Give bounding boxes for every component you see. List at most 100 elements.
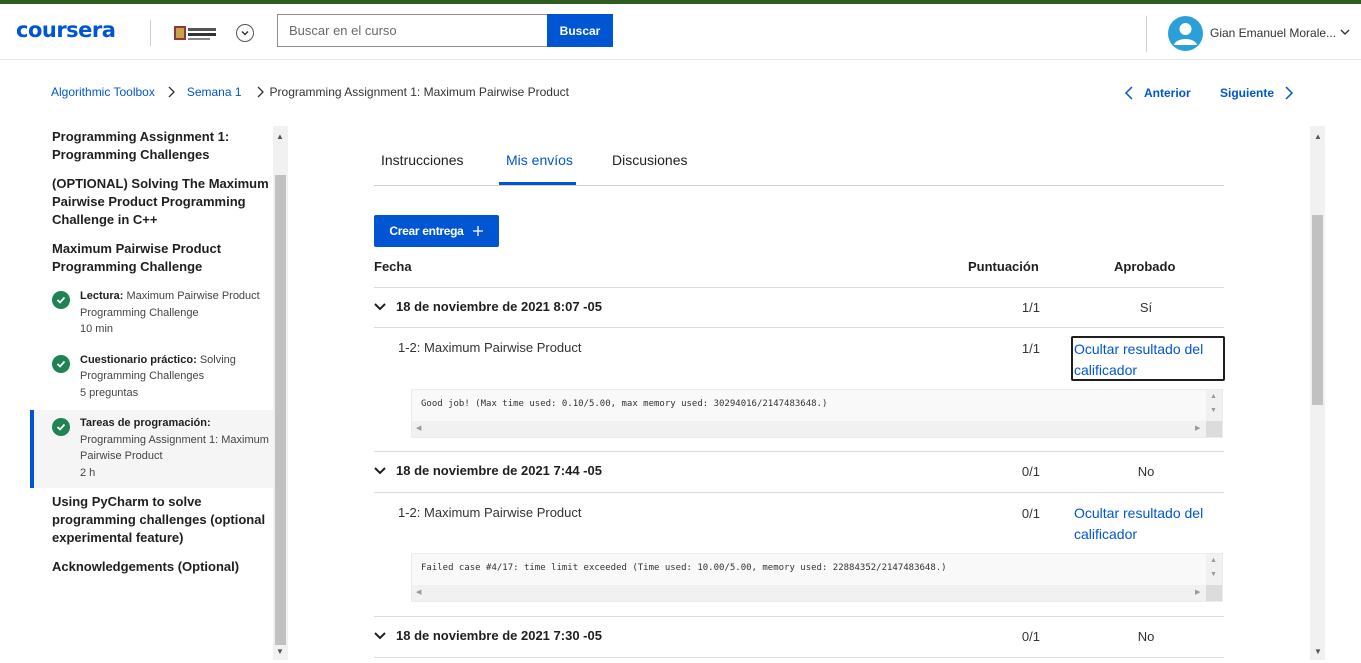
chevron-right-icon — [167, 86, 175, 98]
scroll-left-icon[interactable]: ◀ — [416, 424, 421, 432]
tab-mis-envios[interactable]: Mis envíos — [506, 152, 573, 168]
scroll-right-icon[interactable]: ▶ — [1195, 588, 1200, 596]
avatar[interactable] — [1168, 16, 1203, 51]
scroll-up-icon[interactable]: ▲ — [1314, 132, 1322, 141]
search-button[interactable]: Buscar — [547, 14, 613, 47]
chevron-down-icon — [374, 466, 386, 474]
breadcrumb-course[interactable]: Algorithmic Toolbox — [51, 85, 155, 99]
part-name: 1-2: Maximum Pairwise Product — [398, 505, 582, 520]
sidebar-item-quiz[interactable]: Cuestionario práctico: Solving Programmi… — [30, 352, 273, 402]
submission-score: 0/1 — [1021, 629, 1040, 644]
output-hscrollbar[interactable]: ◀ ▶ — [412, 585, 1208, 601]
scroll-down-icon[interactable]: ▼ — [1210, 571, 1217, 578]
header: coursera Buscar en el curso Buscar Gian … — [0, 4, 1361, 60]
submission-passed: Sí — [1139, 300, 1153, 315]
breadcrumb-current: Programming Assignment 1: Maximum Pairwi… — [269, 85, 569, 99]
sidebar-item-programming-assignment[interactable]: Tareas de programación: Programming Assi… — [30, 410, 273, 488]
scroll-up-icon[interactable]: ▲ — [1210, 557, 1217, 564]
item-type: Lectura: — [80, 290, 124, 302]
column-header-passed: Aprobado — [1114, 259, 1176, 274]
divider — [374, 492, 1224, 493]
sidebar-section-title[interactable]: Programming Assignment 1: Programming Ch… — [30, 128, 273, 164]
active-tab-indicator — [499, 182, 576, 185]
chevron-down-icon — [374, 631, 386, 639]
chevron-right-icon — [1285, 86, 1294, 100]
column-header-date: Fecha — [374, 259, 412, 274]
scroll-corner — [1206, 421, 1222, 437]
divider — [374, 657, 1224, 658]
output-vscrollbar[interactable]: ▲ ▼ — [1206, 554, 1222, 586]
item-name: Programming Assignment 1: Maximum Pairwi… — [80, 433, 269, 463]
submission-score: 0/1 — [1021, 464, 1040, 479]
next-button[interactable]: Siguiente — [1220, 86, 1294, 100]
sidebar-section-title[interactable]: Acknowledgements (Optional) — [30, 558, 273, 576]
submission-row-toggle[interactable]: 18 de noviembre de 2021 8:07 -05 — [374, 299, 602, 314]
submission-row-toggle[interactable]: 18 de noviembre de 2021 7:30 -05 — [374, 628, 602, 643]
divider — [150, 20, 151, 46]
tab-instrucciones[interactable]: Instrucciones — [381, 152, 463, 168]
create-submission-label: Crear entrega — [389, 224, 464, 238]
divider — [374, 287, 1224, 288]
scroll-up-icon[interactable]: ▲ — [1210, 393, 1217, 400]
divider — [374, 327, 1224, 328]
breadcrumb-week[interactable]: Semana 1 — [187, 85, 242, 99]
item-meta: 5 preguntas — [80, 386, 139, 399]
search-input[interactable]: Buscar en el curso — [277, 14, 547, 47]
sidebar-item-lecture[interactable]: Lectura: Maximum Pairwise Product Progra… — [30, 288, 273, 338]
user-name[interactable]: Gian Emanuel Morale... — [1210, 26, 1336, 40]
breadcrumb: Algorithmic Toolbox Semana 1 Programming… — [51, 85, 569, 99]
institution-dropdown-button[interactable] — [236, 24, 254, 42]
chevron-left-icon — [1124, 86, 1133, 100]
scroll-down-icon[interactable]: ▼ — [1314, 647, 1322, 656]
scroll-up-icon[interactable]: ▲ — [276, 132, 284, 141]
chevron-down-icon[interactable] — [1339, 26, 1351, 38]
next-label: Siguiente — [1220, 86, 1275, 100]
item-type: Cuestionario práctico: — [80, 353, 197, 366]
sidebar-section-title[interactable]: Using PyCharm to solve programming chall… — [30, 493, 273, 547]
scroll-down-icon[interactable]: ▼ — [276, 647, 284, 656]
sidebar-section-title[interactable]: Maximum Pairwise Product Programming Cha… — [30, 240, 273, 276]
grader-output: Good job! (Max time used: 0.10/5.00, max… — [421, 399, 828, 409]
submission-score: 1/1 — [1021, 300, 1040, 315]
grader-output-box: Good job! (Max time used: 0.10/5.00, max… — [411, 389, 1223, 438]
check-circle-icon — [52, 418, 70, 436]
part-name: 1-2: Maximum Pairwise Product — [398, 340, 582, 355]
hide-grader-output-link[interactable]: Ocultar resultado del calificador — [1071, 502, 1225, 547]
create-submission-button[interactable]: Crear entrega — [374, 215, 499, 247]
submission-date: 18 de noviembre de 2021 8:07 -05 — [396, 299, 602, 314]
divider — [1146, 16, 1147, 52]
output-vscrollbar[interactable]: ▲ ▼ — [1206, 390, 1222, 422]
item-type: Tareas de programación: — [80, 417, 211, 429]
scroll-down-icon[interactable]: ▼ — [1210, 407, 1217, 414]
grader-output: Failed case #4/17: time limit exceeded (… — [421, 563, 947, 573]
previous-label: Anterior — [1144, 86, 1191, 100]
university-logo — [174, 26, 216, 40]
sidebar-scrollbar-thumb[interactable] — [275, 175, 286, 645]
scroll-left-icon[interactable]: ◀ — [416, 588, 421, 596]
check-circle-icon — [52, 354, 70, 373]
submission-date: 18 de noviembre de 2021 7:44 -05 — [396, 463, 602, 478]
submission-passed: No — [1137, 629, 1155, 644]
scroll-right-icon[interactable]: ▶ — [1195, 424, 1200, 432]
previous-button[interactable]: Anterior — [1124, 86, 1191, 100]
check-circle-icon — [52, 291, 70, 309]
part-score: 0/1 — [1021, 506, 1040, 521]
output-hscrollbar[interactable]: ◀ ▶ — [412, 421, 1208, 437]
grader-output-box: Failed case #4/17: time limit exceeded (… — [411, 553, 1223, 602]
chevron-down-icon — [241, 31, 249, 36]
sidebar-section-title[interactable]: (OPTIONAL) Solving The Maximum Pairwise … — [30, 175, 273, 229]
coursera-logo[interactable]: coursera — [16, 18, 116, 42]
tab-discusiones[interactable]: Discusiones — [612, 152, 687, 168]
item-meta: 2 h — [80, 466, 96, 479]
part-score: 1/1 — [1021, 341, 1040, 356]
column-header-score: Puntuación — [968, 259, 1039, 274]
main-scrollbar-thumb[interactable] — [1312, 215, 1323, 405]
divider — [374, 616, 1224, 617]
chevron-right-icon — [256, 86, 264, 98]
hide-grader-output-link[interactable]: Ocultar resultado del calificador — [1071, 336, 1225, 381]
user-icon — [1174, 23, 1197, 45]
submission-date: 18 de noviembre de 2021 7:30 -05 — [396, 628, 602, 643]
sidebar: Programming Assignment 1: Programming Ch… — [30, 126, 273, 660]
submission-row-toggle[interactable]: 18 de noviembre de 2021 7:44 -05 — [374, 463, 602, 478]
submission-passed: No — [1137, 464, 1155, 479]
